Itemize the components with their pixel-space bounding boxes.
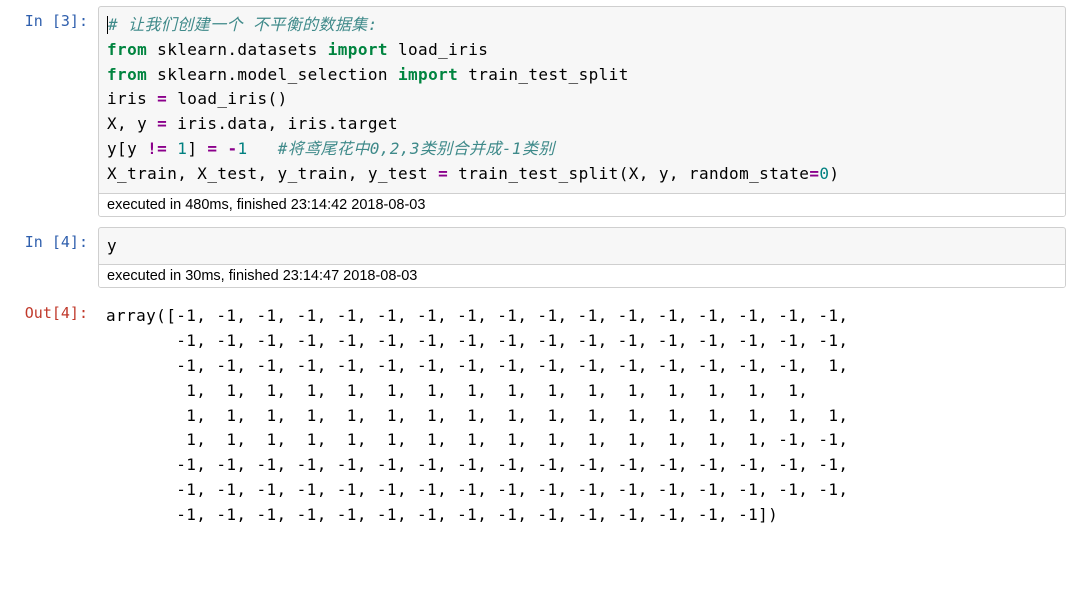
code-comment: #将鸢尾花中0,2,3类别合并成-1类别 xyxy=(278,139,555,158)
cell-4-output: Out[4]: array([-1, -1, -1, -1, -1, -1, -… xyxy=(0,298,1080,527)
output-text-4: array([-1, -1, -1, -1, -1, -1, -1, -1, -… xyxy=(98,298,1066,527)
kw-import: import xyxy=(398,65,458,84)
cell-3-body: # 让我们创建一个 不平衡的数据集: from sklearn.datasets… xyxy=(98,6,1066,217)
code-box-3: # 让我们创建一个 不平衡的数据集: from sklearn.datasets… xyxy=(98,6,1066,217)
input-prompt-4: In [4]: xyxy=(0,227,98,251)
cell-4-output-body: array([-1, -1, -1, -1, -1, -1, -1, -1, -… xyxy=(98,298,1066,527)
cell-4-body: y executed in 30ms, finished 23:14:47 20… xyxy=(98,227,1066,289)
code-input-4[interactable]: y xyxy=(99,228,1065,265)
cell-4-input: In [4]: y executed in 30ms, finished 23:… xyxy=(0,227,1080,289)
output-prompt-4: Out[4]: xyxy=(0,298,98,322)
code-input-3[interactable]: # 让我们创建一个 不平衡的数据集: from sklearn.datasets… xyxy=(99,7,1065,193)
code-box-4: y executed in 30ms, finished 23:14:47 20… xyxy=(98,227,1066,289)
kw-from: from xyxy=(107,40,147,59)
cell-3: In [3]: # 让我们创建一个 不平衡的数据集: from sklearn.… xyxy=(0,6,1080,217)
kw-import: import xyxy=(328,40,388,59)
code-comment: # 让我们创建一个 不平衡的数据集: xyxy=(108,15,378,34)
timing-info-3: executed in 480ms, finished 23:14:42 201… xyxy=(99,193,1065,216)
input-prompt-3: In [3]: xyxy=(0,6,98,30)
kw-from: from xyxy=(107,65,147,84)
timing-info-4: executed in 30ms, finished 23:14:47 2018… xyxy=(99,264,1065,287)
